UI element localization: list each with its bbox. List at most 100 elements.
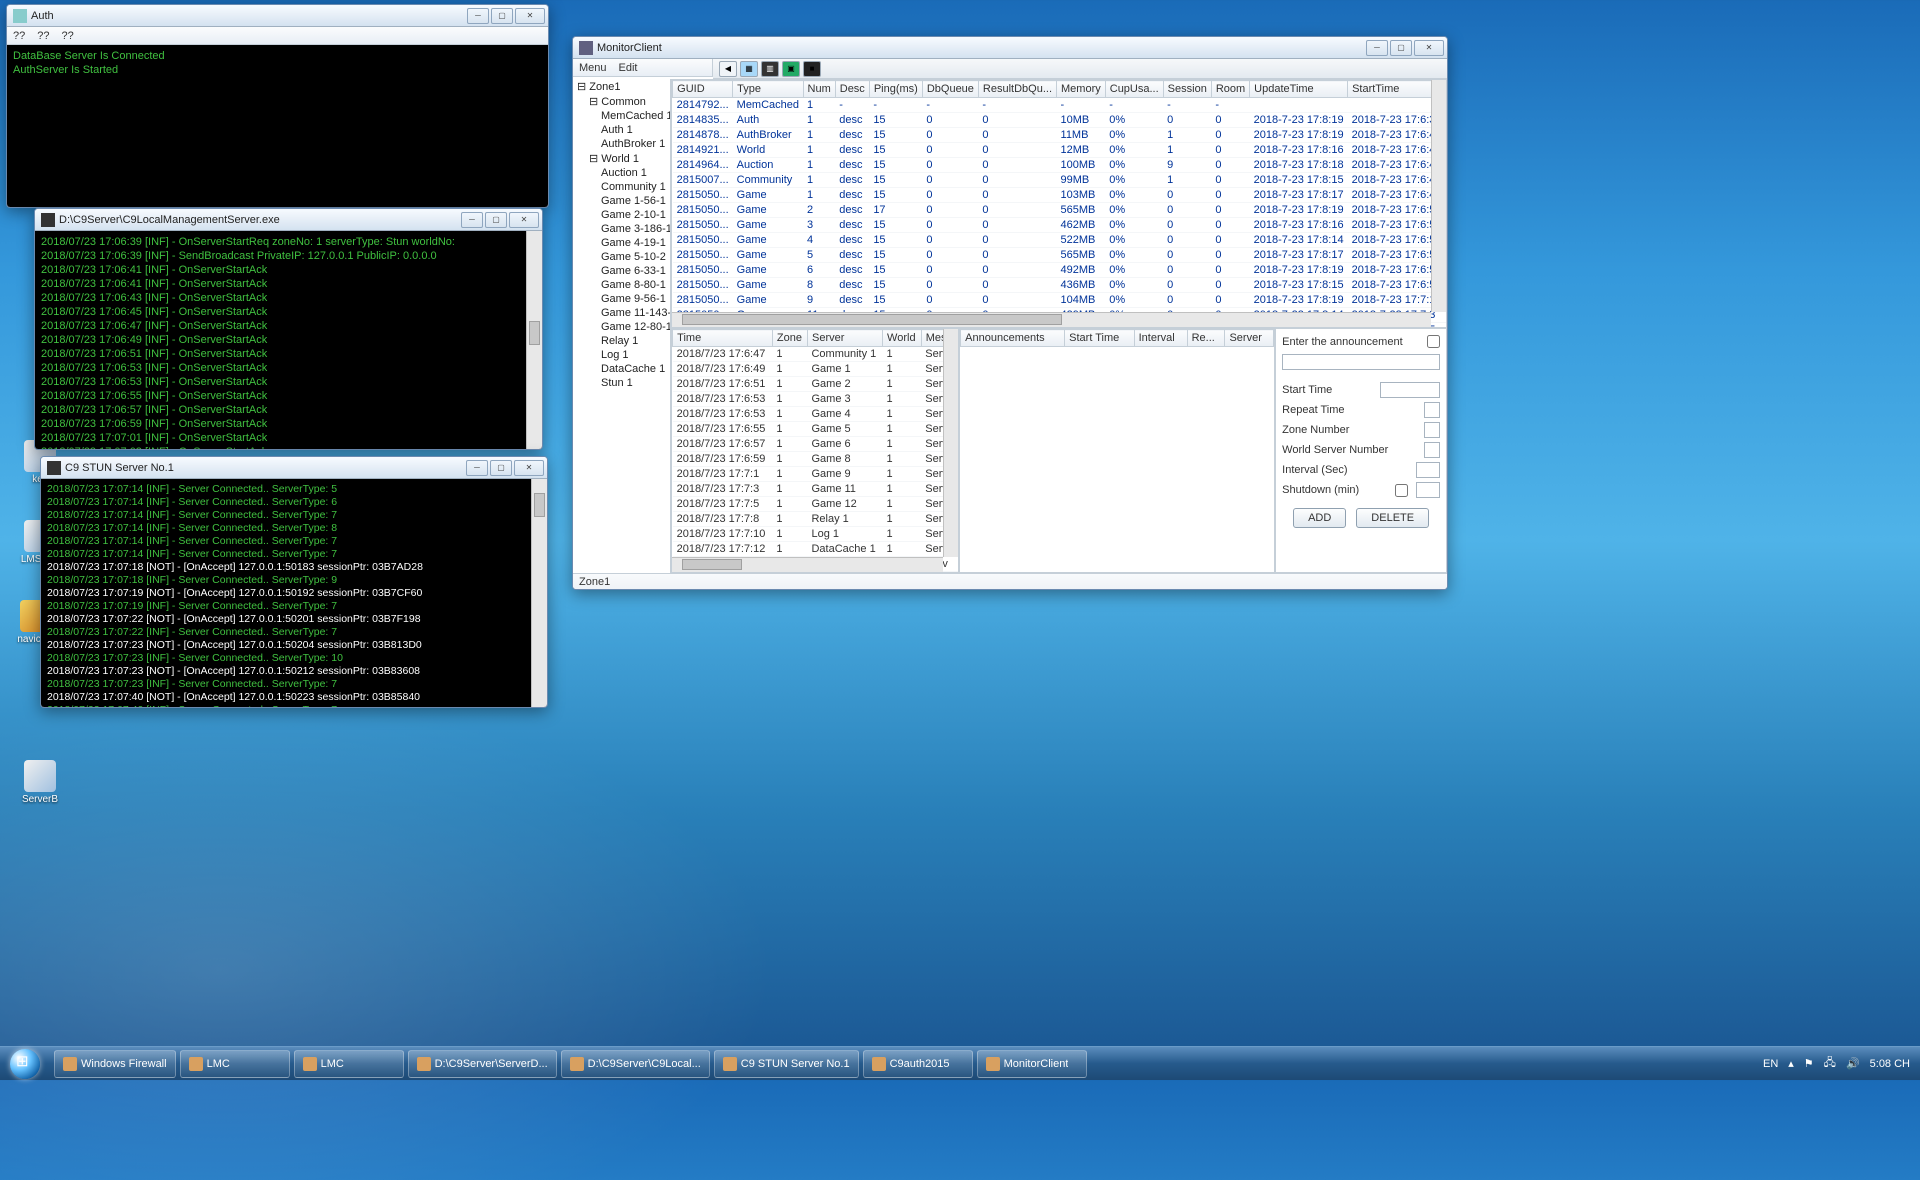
tray-chevron-icon[interactable]: ▴ bbox=[1788, 1057, 1794, 1070]
column-header[interactable]: DbQueue bbox=[922, 81, 978, 98]
announcement-checkbox[interactable] bbox=[1427, 335, 1440, 348]
lms-window[interactable]: D:\C9Server\C9LocalManagementServer.exe … bbox=[34, 208, 543, 450]
add-button[interactable]: ADD bbox=[1293, 508, 1346, 528]
column-header[interactable]: Re... bbox=[1187, 330, 1225, 347]
tree-node[interactable]: Game 4-19-1 bbox=[573, 236, 670, 250]
table-row[interactable]: 2814835...Auth1desc150010MB0%002018-7-23… bbox=[673, 113, 1446, 128]
minimize-button[interactable]: ─ bbox=[466, 460, 488, 476]
table-row[interactable]: 2815050...Game3desc1500462MB0%002018-7-2… bbox=[673, 218, 1446, 233]
menu-item[interactable]: Edit bbox=[619, 62, 638, 74]
table-row[interactable]: 2814964...Auction1desc1500100MB0%902018-… bbox=[673, 158, 1446, 173]
column-header[interactable]: Num bbox=[803, 81, 835, 98]
column-header[interactable]: Session bbox=[1163, 81, 1211, 98]
repeat-time-input[interactable] bbox=[1424, 402, 1440, 418]
toolbar-button[interactable]: ▦ bbox=[740, 61, 758, 77]
table-row[interactable]: 2815050...Game2desc1700565MB0%002018-7-2… bbox=[673, 203, 1446, 218]
delete-button[interactable]: DELETE bbox=[1356, 508, 1429, 528]
column-header[interactable]: Room bbox=[1211, 81, 1249, 98]
titlebar[interactable]: Auth ─ ▢ ✕ bbox=[7, 5, 548, 27]
vscrollbar[interactable] bbox=[1431, 80, 1446, 312]
tree-node[interactable]: Game 2-10-1 bbox=[573, 208, 670, 222]
column-header[interactable]: World bbox=[883, 330, 922, 347]
shutdown-input[interactable] bbox=[1416, 482, 1440, 498]
tree-node[interactable]: DataCache 1 bbox=[573, 362, 670, 376]
start-time-input[interactable] bbox=[1380, 382, 1440, 398]
table-row[interactable]: 2815050...Game8desc1500436MB0%002018-7-2… bbox=[673, 278, 1446, 293]
minimize-button[interactable]: ─ bbox=[461, 212, 483, 228]
column-header[interactable]: Memory bbox=[1057, 81, 1106, 98]
shutdown-checkbox[interactable] bbox=[1395, 484, 1408, 497]
hscrollbar[interactable] bbox=[672, 312, 1431, 327]
tree-node[interactable]: ⊟ World 1 bbox=[573, 151, 670, 166]
tree-node[interactable]: Game 1-56-1 bbox=[573, 194, 670, 208]
interval-input[interactable] bbox=[1416, 462, 1440, 478]
auth-window[interactable]: Auth ─ ▢ ✕ ?? ?? ?? DataBase Server Is C… bbox=[6, 4, 549, 208]
taskbar-item[interactable]: C9 STUN Server No.1 bbox=[714, 1050, 859, 1078]
minimize-button[interactable]: ─ bbox=[1366, 40, 1388, 56]
taskbar-item[interactable]: LMC bbox=[294, 1050, 404, 1078]
table-row[interactable]: 2815007...Community1desc150099MB0%102018… bbox=[673, 173, 1446, 188]
close-button[interactable]: ✕ bbox=[1414, 40, 1444, 56]
tree-node[interactable]: Auction 1 bbox=[573, 166, 670, 180]
tray-flag-icon[interactable]: ⚑ bbox=[1804, 1057, 1814, 1070]
table-row[interactable]: 2815050...Game6desc1500492MB0%002018-7-2… bbox=[673, 263, 1446, 278]
toolbar-button[interactable]: ▥ bbox=[761, 61, 779, 77]
tree-node[interactable]: Relay 1 bbox=[573, 334, 670, 348]
start-button[interactable] bbox=[4, 1049, 46, 1079]
column-header[interactable]: Server bbox=[807, 330, 882, 347]
table-row[interactable]: 2815050...Game9desc1500104MB0%002018-7-2… bbox=[673, 293, 1446, 308]
tree-node[interactable]: Log 1 bbox=[573, 348, 670, 362]
tree-node[interactable]: AuthBroker 1 bbox=[573, 137, 670, 151]
tree-node[interactable]: Stun 1 bbox=[573, 376, 670, 390]
table-row[interactable]: 2018/7/23 17:6:531Game 31Serv bbox=[673, 392, 958, 407]
toolbar-button[interactable]: ■ bbox=[803, 61, 821, 77]
table-row[interactable]: 2018/7/23 17:7:31Game 111Serv bbox=[673, 482, 958, 497]
column-header[interactable]: ResultDbQu... bbox=[978, 81, 1056, 98]
desktop-icon[interactable]: ServerB bbox=[10, 760, 70, 805]
column-header[interactable]: Announcements bbox=[961, 330, 1065, 347]
table-row[interactable]: 2018/7/23 17:7:121DataCache 11Serv bbox=[673, 542, 958, 557]
table-row[interactable]: 2018/7/23 17:6:491Game 11Serv bbox=[673, 362, 958, 377]
tree-node[interactable]: Game 8-80-1 bbox=[573, 278, 670, 292]
toolbar-button[interactable]: ◀ bbox=[719, 61, 737, 77]
menu-item[interactable]: ?? bbox=[13, 30, 25, 42]
table-row[interactable]: 2018/7/23 17:6:511Game 21Serv bbox=[673, 377, 958, 392]
table-row[interactable]: 2814921...World1desc150012MB0%102018-7-2… bbox=[673, 143, 1446, 158]
close-button[interactable]: ✕ bbox=[514, 460, 544, 476]
column-header[interactable]: Server bbox=[1225, 330, 1274, 347]
world-server-input[interactable] bbox=[1424, 442, 1440, 458]
column-header[interactable]: Interval bbox=[1134, 330, 1187, 347]
titlebar[interactable]: MonitorClient ─ ▢ ✕ bbox=[573, 37, 1447, 59]
column-header[interactable]: GUID bbox=[673, 81, 733, 98]
clock[interactable]: 5:08 CH bbox=[1870, 1058, 1910, 1070]
tree-node[interactable]: Auth 1 bbox=[573, 123, 670, 137]
column-header[interactable]: Zone bbox=[772, 330, 807, 347]
tree-node[interactable]: Game 12-80-1 bbox=[573, 320, 670, 334]
hscrollbar[interactable] bbox=[672, 557, 943, 572]
tree-node[interactable]: Game 3-186-1 bbox=[573, 222, 670, 236]
table-row[interactable]: 2018/7/23 17:6:531Game 41Serv bbox=[673, 407, 958, 422]
table-row[interactable]: 2018/7/23 17:7:11Game 91Serv bbox=[673, 467, 958, 482]
taskbar-item[interactable]: MonitorClient bbox=[977, 1050, 1087, 1078]
table-row[interactable]: 2815050...Game4desc1500522MB0%002018-7-2… bbox=[673, 233, 1446, 248]
tray-volume-icon[interactable]: 🔊 bbox=[1846, 1057, 1860, 1070]
table-row[interactable]: 2018/7/23 17:7:81Relay 11Serv bbox=[673, 512, 958, 527]
taskbar-item[interactable]: D:\C9Server\ServerD... bbox=[408, 1050, 557, 1078]
taskbar-item[interactable]: D:\C9Server\C9Local... bbox=[561, 1050, 710, 1078]
table-row[interactable]: 2018/7/23 17:7:51Game 121Serv bbox=[673, 497, 958, 512]
zone-number-input[interactable] bbox=[1424, 422, 1440, 438]
system-tray[interactable]: EN ▴ ⚑ 🖧 🔊 5:08 CH bbox=[1753, 1054, 1920, 1073]
language-indicator[interactable]: EN bbox=[1763, 1058, 1778, 1070]
column-header[interactable]: Start Time bbox=[1065, 330, 1134, 347]
column-header[interactable]: Desc bbox=[835, 81, 869, 98]
tree-node[interactable]: Community 1 bbox=[573, 180, 670, 194]
tree-node[interactable]: ⊟ Common bbox=[573, 94, 670, 109]
table-row[interactable]: 2018/7/23 17:6:571Game 61Serv bbox=[673, 437, 958, 452]
maximize-button[interactable]: ▢ bbox=[485, 212, 507, 228]
table-row[interactable]: 2018/7/23 17:6:471Community 11Serv bbox=[673, 347, 958, 362]
stun-window[interactable]: C9 STUN Server No.1 ─ ▢ ✕ 2018/07/23 17:… bbox=[40, 456, 548, 708]
monitor-window[interactable]: MonitorClient ─ ▢ ✕ Menu Edit ◀ ▦ ▥ ▣ ■ … bbox=[572, 36, 1448, 590]
taskbar-item[interactable]: C9auth2015 bbox=[863, 1050, 973, 1078]
server-grid[interactable]: GUIDTypeNumDescPing(ms)DbQueueResultDbQu… bbox=[671, 79, 1447, 328]
tree-node[interactable]: Game 5-10-2 bbox=[573, 250, 670, 264]
